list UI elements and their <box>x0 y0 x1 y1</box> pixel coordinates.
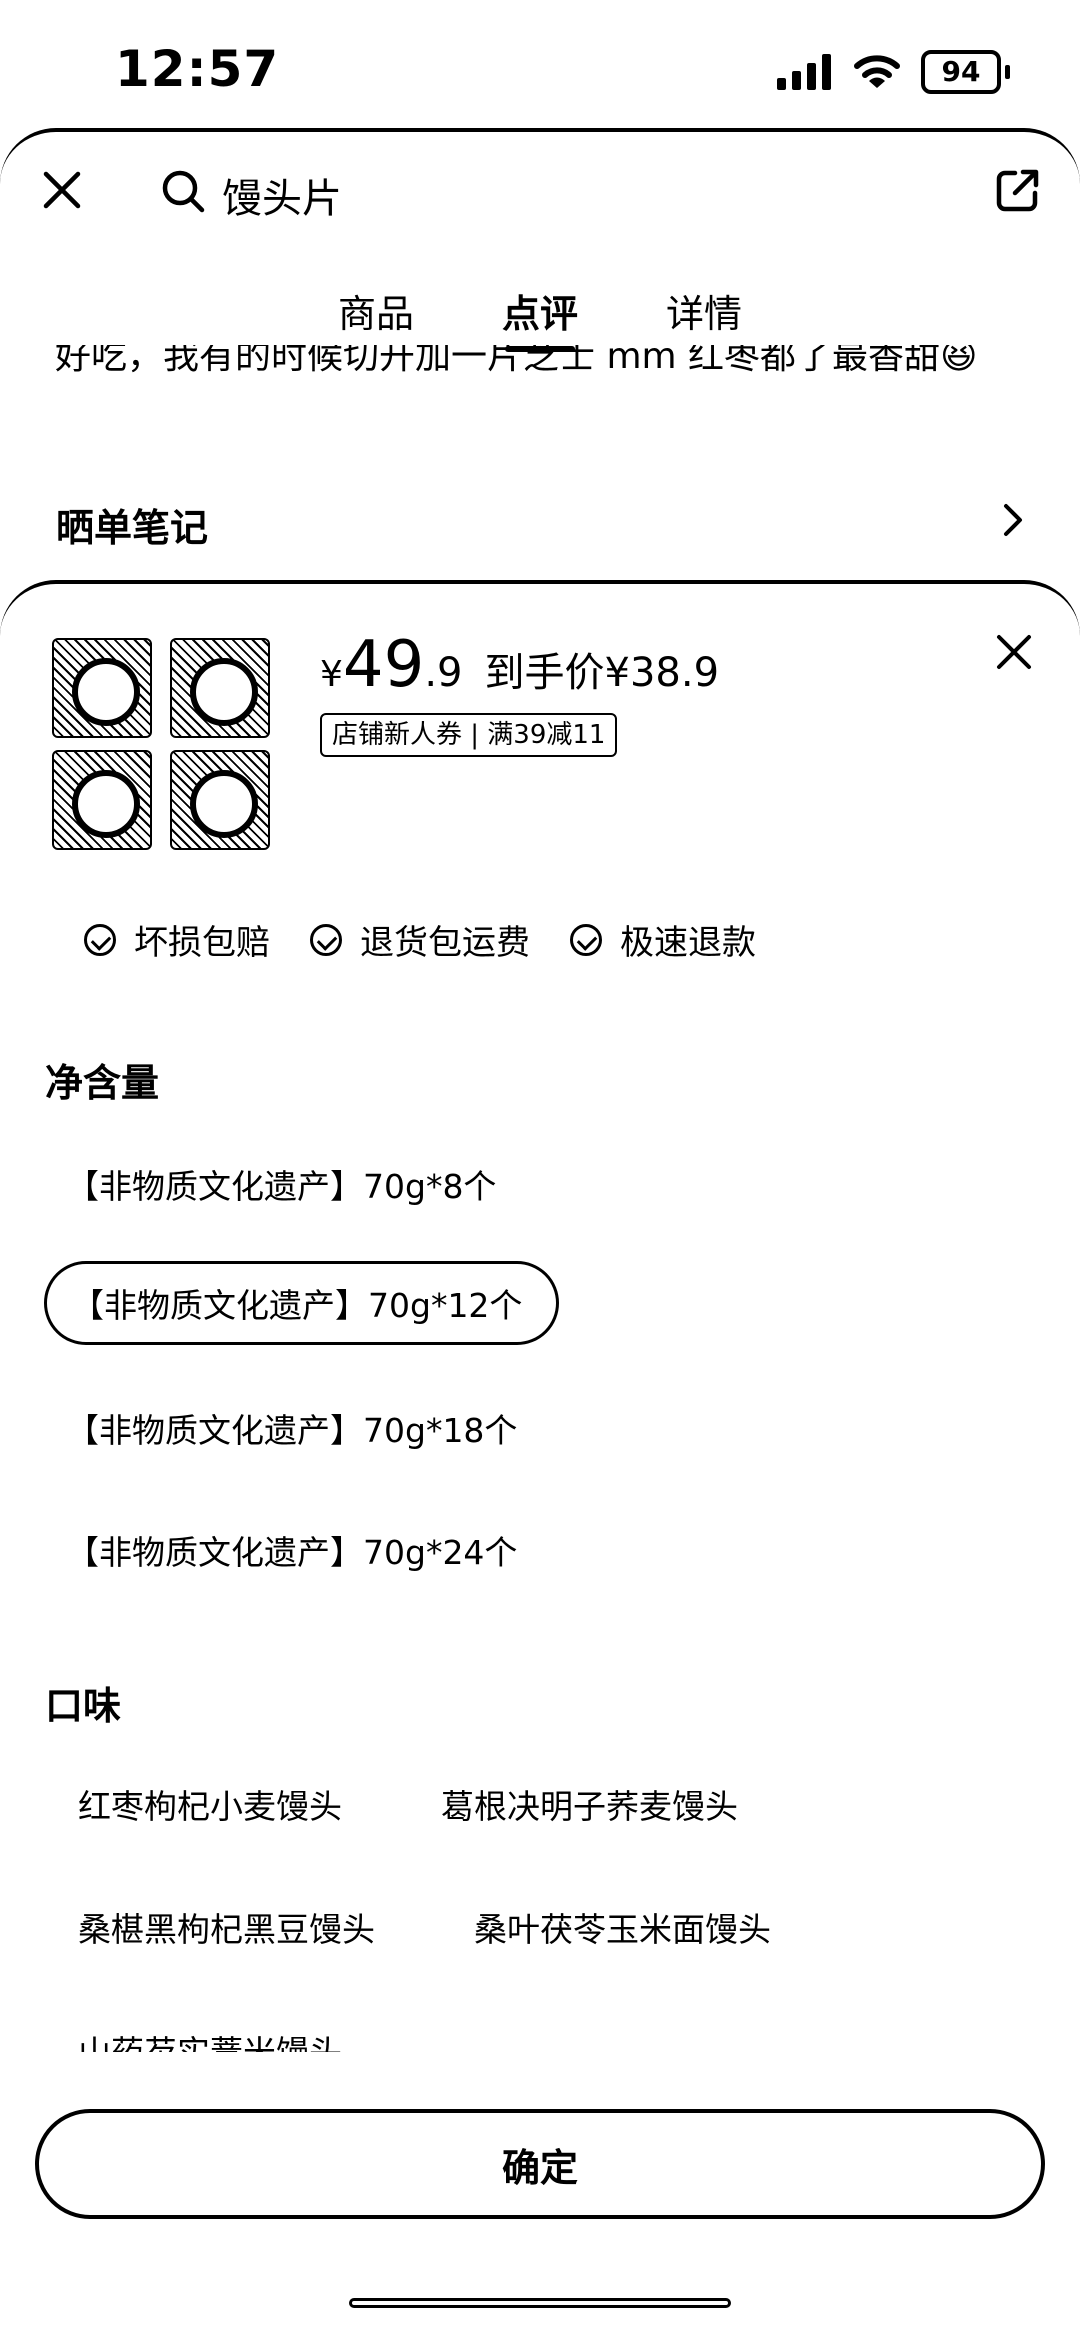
price-currency: ¥ <box>320 654 343 695</box>
search-icon <box>162 170 205 213</box>
search-button[interactable] <box>160 168 206 214</box>
tab-reviews[interactable]: 点评 <box>502 283 578 352</box>
share-icon <box>996 169 1039 212</box>
final-price: 到手价¥38.9 <box>484 650 720 696</box>
price-decimal: .9 <box>424 650 463 696</box>
review-snippet: 好吃，我有的时候切开加一片芝士 mm 红枣都了最香甜😆 <box>55 345 1035 390</box>
product-thumbnails[interactable] <box>52 638 274 850</box>
status-time: 12:57 <box>115 40 280 98</box>
review-snippet-text: 好吃，我有的时候切开加一片芝士 mm 红枣都了最香甜😆 <box>55 345 978 377</box>
guarantee-label: 退货包运费 <box>360 923 530 963</box>
flavor-option[interactable]: 葛根决明子荞麦馒头 <box>441 1780 738 1828</box>
service-guarantees: 坏损包赔 退货包运费 极速退款 <box>84 915 756 964</box>
tab-products[interactable]: 商品 <box>338 283 414 352</box>
net-content-title: 净含量 <box>45 1061 160 1105</box>
check-circle-icon <box>570 923 602 956</box>
net-content-option-18[interactable]: 【非物质文化遗产】70g*18个 <box>66 1404 517 1452</box>
cellular-signal-icon <box>777 54 831 90</box>
product-thumbnail[interactable] <box>52 750 152 850</box>
confirm-button[interactable]: 确定 <box>35 2109 1045 2219</box>
flavor-option[interactable]: 红枣枸杞小麦馒头 <box>78 1780 342 1828</box>
wifi-icon <box>854 55 900 88</box>
price-integer: 49 <box>342 628 425 702</box>
guarantee-item: 极速退款 <box>570 915 756 964</box>
flavor-option[interactable]: 桑椹黑枸杞黑豆馒头 <box>78 1903 375 1951</box>
check-circle-icon <box>310 923 342 956</box>
net-content-option-24[interactable]: 【非物质文化遗产】70g*24个 <box>66 1526 517 1574</box>
guarantee-item: 退货包运费 <box>310 915 530 964</box>
net-content-option-12-selected[interactable]: 【非物质文化遗产】70g*12个 <box>44 1261 560 1345</box>
share-button[interactable] <box>994 166 1042 214</box>
close-icon <box>43 171 81 209</box>
chevron-right-icon <box>1004 504 1022 536</box>
guarantee-label: 极速退款 <box>620 923 756 963</box>
battery-icon: 94 <box>921 50 1001 94</box>
flavor-option-clipped[interactable]: 山药芡实薏米馒头 <box>78 2018 498 2052</box>
notes-chevron[interactable] <box>998 502 1028 538</box>
check-circle-icon <box>84 923 116 956</box>
product-thumbnail[interactable] <box>170 750 270 850</box>
notes-section-title[interactable]: 晒单笔记 <box>56 497 208 552</box>
tab-details[interactable]: 详情 <box>666 283 742 352</box>
search-query[interactable]: 馒头片 <box>222 166 342 224</box>
page-tabs: 商品 点评 详情 <box>0 283 1080 352</box>
close-icon <box>997 635 1031 669</box>
product-thumbnail[interactable] <box>52 638 152 738</box>
product-thumbnail[interactable] <box>170 638 270 738</box>
flavor-option[interactable]: 桑叶茯苓玉米面馒头 <box>474 1903 771 1951</box>
guarantee-label: 坏损包赔 <box>134 923 270 963</box>
close-page-button[interactable] <box>40 168 84 212</box>
price-row: ¥ 49 .9 到手价¥38.9 <box>320 628 719 702</box>
home-indicator[interactable] <box>349 2298 731 2308</box>
coupon-badge: 店铺新人券 | 满39减11 <box>320 713 618 757</box>
battery-nub <box>1005 65 1010 79</box>
close-sheet-button[interactable] <box>994 632 1034 672</box>
guarantee-item: 坏损包赔 <box>84 915 270 964</box>
status-icons: 94 <box>777 50 1010 94</box>
flavor-title: 口味 <box>45 1684 122 1728</box>
net-content-option-8[interactable]: 【非物质文化遗产】70g*8个 <box>66 1160 496 1208</box>
flavor-option[interactable]: 山药芡实薏米馒头 <box>78 2026 498 2052</box>
